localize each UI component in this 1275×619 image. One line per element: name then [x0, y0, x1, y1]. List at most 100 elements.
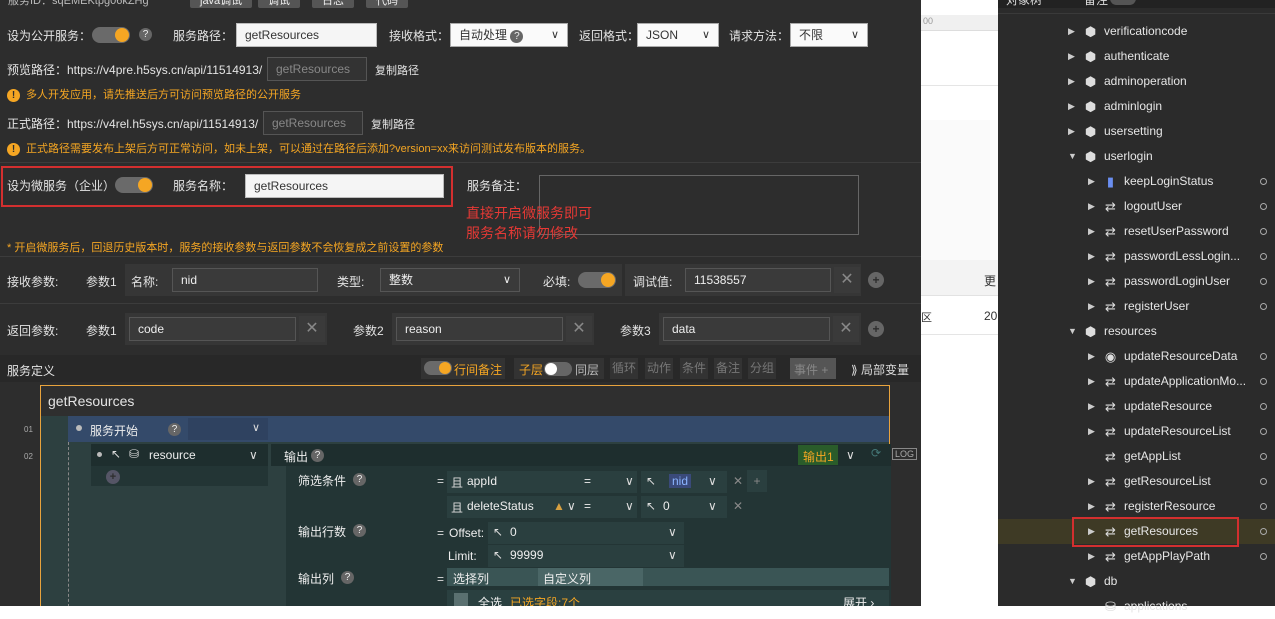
filter-value[interactable]: ↖ nid ∨	[641, 471, 727, 493]
return-param-input[interactable]: reason	[396, 317, 563, 341]
caret-right-icon[interactable]: ▶	[1088, 476, 1095, 487]
caret-right-icon[interactable]: ▶	[1068, 126, 1075, 137]
remove-return-param-button[interactable]: ✕	[299, 316, 325, 342]
tree-item[interactable]: ⛁ applications	[998, 594, 1275, 619]
tree-item[interactable]: ▶ ⬢ authenticate	[998, 44, 1275, 69]
tree-item[interactable]: ▶ ▮ keepLoginStatus	[998, 169, 1275, 194]
tool-button[interactable]: 循环	[610, 358, 638, 379]
tree-item[interactable]: ▶ ⇄ resetUserPassword	[998, 219, 1275, 244]
debug-button[interactable]: 调试	[258, 0, 300, 8]
code-button[interactable]: 代码	[366, 0, 408, 8]
caret-right-icon[interactable]: ▶	[1088, 426, 1095, 437]
caret-right-icon[interactable]: ▶	[1088, 251, 1095, 262]
remove-return-param-button[interactable]: ✕	[566, 316, 592, 342]
remark-toggle[interactable]	[1110, 0, 1136, 5]
param-name-input[interactable]: nid	[172, 268, 318, 292]
remove-condition-icon[interactable]: ✕	[733, 499, 743, 513]
caret-down-icon[interactable]: ▼	[1068, 326, 1077, 336]
caret-down-icon[interactable]: ▼	[1068, 576, 1077, 586]
caret-right-icon[interactable]: ▶	[1088, 501, 1095, 512]
copy-prod-path-link[interactable]: 复制路径	[371, 116, 415, 132]
method-select[interactable]: 不限 ∨	[790, 23, 868, 47]
add-param-button[interactable]: +	[868, 272, 884, 288]
limit-input[interactable]: ↖ 99999 ∨	[488, 545, 684, 567]
param-required-toggle[interactable]	[578, 272, 616, 288]
return-param-input[interactable]: data	[663, 317, 830, 341]
caret-right-icon[interactable]: ▶	[1088, 201, 1095, 212]
tree-item[interactable]: ▼ ⬢ db	[998, 569, 1275, 594]
expand-button[interactable]: 展开 ›	[843, 594, 874, 606]
caret-right-icon[interactable]: ▶	[1068, 101, 1075, 112]
row-remark-toggle[interactable]: 行间备注	[421, 358, 505, 379]
help-icon[interactable]: ?	[168, 423, 181, 436]
micro-service-toggle[interactable]	[115, 177, 153, 193]
return-format-select[interactable]: JSON ∨	[637, 23, 719, 47]
output-select[interactable]: 输出1	[798, 445, 838, 465]
tree-item[interactable]: ▶ ⇄ updateResource	[998, 394, 1275, 419]
tree-item[interactable]: ▶ ⇄ updateApplicationMo...	[998, 369, 1275, 394]
tree-item[interactable]: ▶ ⬢ usersetting	[998, 119, 1275, 144]
tool-button[interactable]: 备注	[714, 358, 742, 379]
service-start-row[interactable]: 服务开始 ? ∨	[68, 416, 889, 442]
tree-item[interactable]: ▶ ⇄ passwordLoginUser	[998, 269, 1275, 294]
caret-right-icon[interactable]: ▶	[1088, 176, 1095, 187]
caret-right-icon[interactable]: ▶	[1088, 301, 1095, 312]
help-icon[interactable]: ?	[311, 449, 324, 462]
tree-item[interactable]: ▶ ⇄ registerResource	[998, 494, 1275, 519]
caret-right-icon[interactable]: ▶	[1088, 276, 1095, 287]
tree-item[interactable]: ▶ ⇄ updateResourceList	[998, 419, 1275, 444]
select-cols-tab[interactable]: 选择列	[453, 570, 489, 587]
local-vars-button[interactable]: ⟫ 局部变量	[851, 361, 909, 378]
caret-right-icon[interactable]: ▶	[1088, 551, 1095, 562]
tree-item[interactable]: ▶ ⬢ adminoperation	[998, 69, 1275, 94]
tool-button[interactable]: 条件	[680, 358, 708, 379]
tree-item[interactable]: ▼ ⬢ userlogin	[998, 144, 1275, 169]
log-button[interactable]: 日志	[312, 0, 354, 8]
tree-item[interactable]: ⇄ getAppList	[998, 444, 1275, 469]
service-path-input[interactable]: getResources	[236, 23, 377, 47]
public-service-toggle[interactable]	[92, 27, 130, 43]
tree-item[interactable]: ▶ ⇄ passwordLessLogin...	[998, 244, 1275, 269]
help-icon[interactable]: ?	[341, 571, 354, 584]
log-icon[interactable]: LOG	[892, 448, 918, 460]
caret-right-icon[interactable]: ▶	[1088, 376, 1095, 387]
refresh-icon[interactable]: ⟳	[871, 446, 881, 460]
add-return-param-button[interactable]: +	[868, 321, 884, 337]
filter-value[interactable]: ↖ 0 ∨	[641, 496, 727, 518]
service-name-input[interactable]: getResources	[245, 174, 444, 198]
offset-input[interactable]: ↖ 0 ∨	[488, 522, 684, 544]
copy-preview-path-link[interactable]: 复制路径	[375, 62, 419, 78]
tree-item[interactable]: ▶ ⬢ adminlogin	[998, 94, 1275, 119]
param-type-select[interactable]: 整数 ∨	[380, 268, 520, 292]
caret-right-icon[interactable]: ▶	[1068, 26, 1075, 37]
debug-value-input[interactable]: 11538557	[685, 268, 831, 292]
event-button[interactable]: 事件 +	[790, 358, 836, 379]
caret-right-icon[interactable]: ▶	[1088, 226, 1095, 237]
java-debug-button[interactable]: java调试	[190, 0, 253, 8]
add-condition-icon[interactable]: +	[747, 470, 767, 492]
tree-item[interactable]: ▶ ⇄ registerUser	[998, 294, 1275, 319]
help-icon[interactable]: ?	[510, 30, 524, 43]
caret-right-icon[interactable]: ▶	[1068, 51, 1075, 62]
recv-format-select[interactable]: 自动处理 ? ∨	[450, 23, 568, 47]
tree-item[interactable]: ▶ ⇄ getAppPlayPath	[998, 544, 1275, 569]
tree-item[interactable]: ▶ ◉ updateResourceData	[998, 344, 1275, 369]
custom-field-tab[interactable]: 自定义列	[543, 570, 591, 587]
tree-item[interactable]: ▶ ⇄ logoutUser	[998, 194, 1275, 219]
tree-item[interactable]: ▼ ⬢ resources	[998, 319, 1275, 344]
layer-toggle[interactable]: 子层 同层	[514, 358, 604, 379]
tree-item[interactable]: ▶ ⇄ getResourceList	[998, 469, 1275, 494]
help-icon[interactable]: ?	[353, 524, 366, 537]
help-icon[interactable]: ?	[139, 28, 152, 41]
remove-return-param-button[interactable]: ✕	[833, 316, 859, 342]
caret-right-icon[interactable]: ▶	[1088, 401, 1095, 412]
tool-button[interactable]: 分组	[748, 358, 776, 379]
tree-item[interactable]: ▶ ⬢ verificationcode	[998, 19, 1275, 44]
caret-down-icon[interactable]: ▼	[1068, 151, 1077, 161]
filter-condition-row[interactable]: 且 appId = ∨	[447, 471, 637, 493]
select-all-checkbox[interactable]	[454, 593, 468, 606]
tool-button[interactable]: 动作	[645, 358, 673, 379]
remove-condition-icon[interactable]: ✕	[733, 474, 743, 488]
caret-right-icon[interactable]: ▶	[1088, 351, 1095, 362]
filter-condition-row[interactable]: 且 deleteStatus ▲ ∨ = ∨	[447, 496, 637, 518]
